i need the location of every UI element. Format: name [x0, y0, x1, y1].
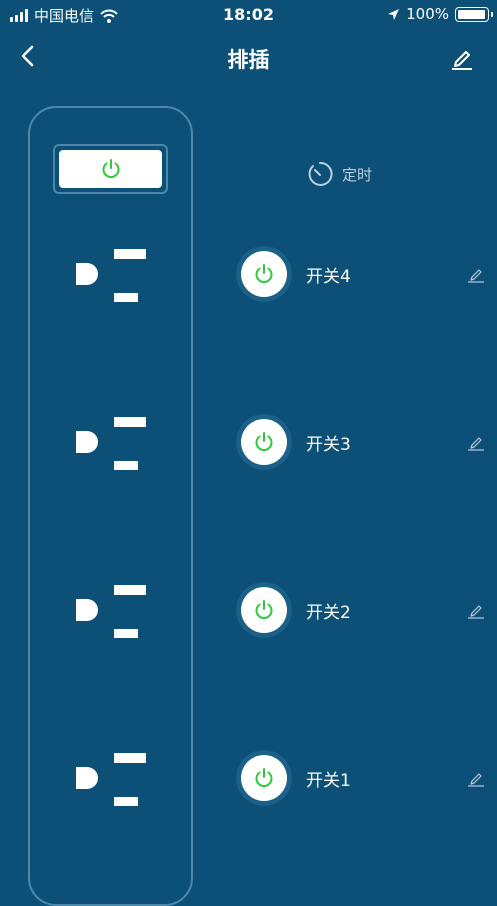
status-bar: 中国电信 18:02 100% [0, 0, 497, 30]
pencil-icon [452, 51, 472, 70]
switch-row: 开关4 [0, 246, 497, 302]
switch-row: 开关2 [0, 582, 497, 638]
pencil-icon [468, 437, 484, 451]
location-arrow-icon [388, 8, 400, 20]
status-right: 100% [387, 5, 493, 23]
timer-label: 定时 [342, 165, 373, 184]
battery-icon [455, 6, 493, 22]
edit-button[interactable] [449, 44, 475, 70]
timer-button[interactable]: 定时 [306, 160, 372, 188]
power-icon [255, 768, 273, 787]
rename-button[interactable] [467, 433, 485, 451]
timer-icon [308, 161, 333, 186]
switch-label: 开关4 [306, 267, 351, 287]
rename-button[interactable] [467, 265, 485, 283]
switch-power-button[interactable] [236, 582, 292, 638]
power-icon [255, 432, 273, 451]
switch-power-button[interactable] [236, 750, 292, 806]
pencil-icon [468, 773, 484, 787]
switch-label: 开关3 [306, 435, 351, 455]
power-icon [255, 600, 273, 619]
pencil-icon [468, 269, 484, 283]
battery-fill [458, 9, 485, 19]
pencil-icon [468, 605, 484, 619]
rename-button[interactable] [467, 601, 485, 619]
switch-label: 开关2 [306, 603, 351, 623]
battery-percent: 100% [406, 5, 449, 23]
nav-bar: 排插 [0, 30, 497, 85]
switch-row: 开关1 [0, 750, 497, 806]
switch-label: 开关1 [306, 771, 351, 791]
switch-power-button[interactable] [236, 246, 292, 302]
switch-power-button[interactable] [236, 414, 292, 470]
power-icon [255, 264, 273, 283]
power-icon [102, 159, 119, 178]
page-title: 排插 [227, 48, 270, 72]
rename-button[interactable] [467, 769, 485, 787]
master-power-button[interactable] [59, 150, 162, 188]
switch-row: 开关3 [0, 414, 497, 470]
